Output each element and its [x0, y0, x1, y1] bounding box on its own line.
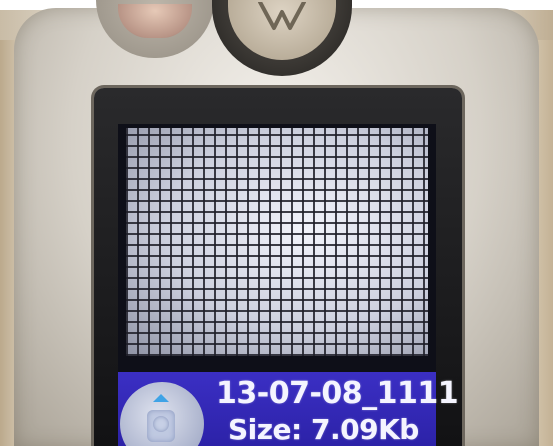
- phone-photo: 13-07-08_1111 Size: 7.09Kb: [0, 0, 553, 446]
- motorola-logo-icon: [258, 2, 306, 30]
- file-size-label: Size: 7.09Kb: [228, 413, 419, 446]
- camera-viewfinder-image: [126, 128, 428, 356]
- nav-center-dot-icon: [153, 416, 169, 432]
- file-name-label: 13-07-08_1111: [216, 376, 459, 411]
- nav-up-arrow-icon: [153, 394, 169, 402]
